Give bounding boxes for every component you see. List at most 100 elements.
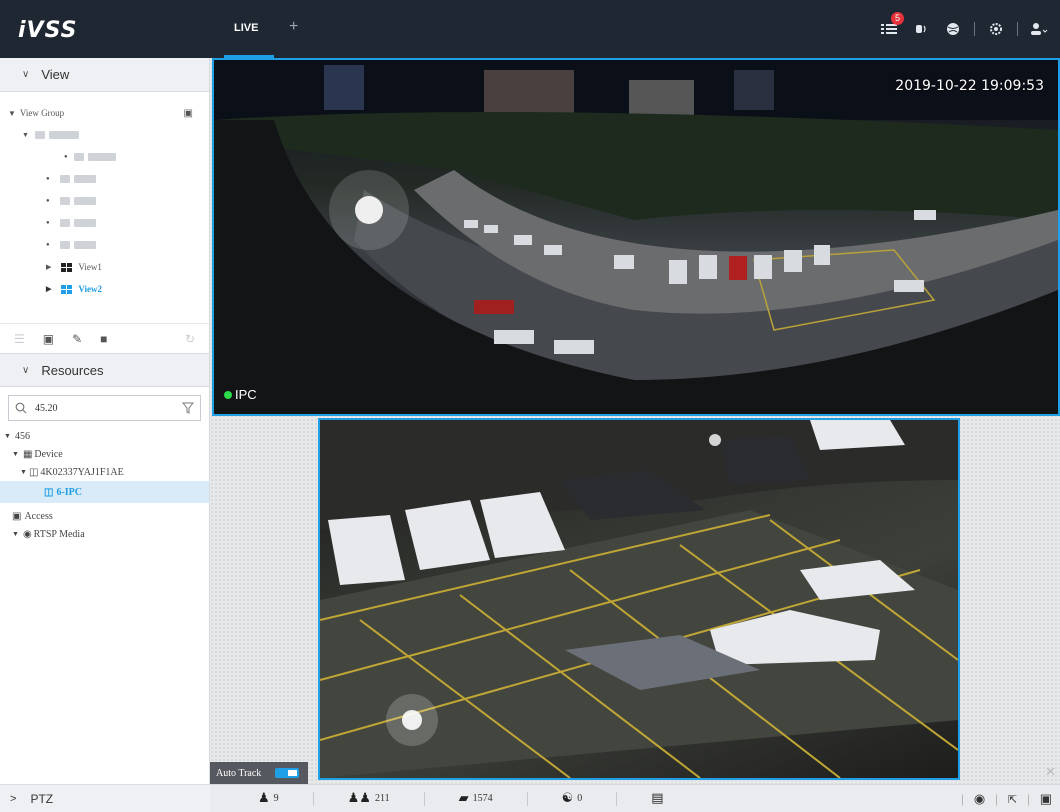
search-icon [15,402,27,414]
tree-item[interactable]: ● [8,212,201,234]
alarm-sound-icon[interactable] [910,18,932,40]
view-section-header[interactable]: ∨ View [0,58,209,92]
refresh-icon[interactable]: ↻ [185,332,195,346]
tree-item[interactable]: ● [8,146,201,168]
collapse-panel-icon[interactable]: ▣ [184,108,193,119]
bullet-icon: ● [46,176,50,182]
tree-node-selected[interactable]: ◫ 6-IPC [0,481,209,503]
tree-node[interactable]: ▼ ▦ Device [0,445,209,463]
online-status-icon [224,390,232,399]
tab-live[interactable]: LIVE [218,0,288,58]
expand-arrow-icon: ▼ [12,530,19,538]
gear-icon[interactable] [985,18,1007,40]
live-view-area: 2019-10-22 19:09:53 IPC Auto Track ✕ [210,58,1060,784]
snapshot-icon[interactable]: ◉ [974,791,985,807]
bullet-icon: ● [46,220,50,226]
bike-icon: ☯ [561,791,574,806]
tree-node[interactable]: ▼ 456 [0,427,209,445]
add-tab-button[interactable]: + [289,18,298,36]
globe-icon[interactable] [942,18,964,40]
close-icon[interactable]: ✕ [1045,764,1056,780]
fullscreen-icon[interactable]: ⇱ [1008,793,1017,806]
chevron-right-icon: > [10,792,17,805]
add-view-icon[interactable]: ▣ [43,332,54,346]
chevron-down-icon: ∨ [22,69,30,80]
bottom-right-tools: | ◉ | ⇱ | ▣ [961,791,1052,807]
view-group-row[interactable]: ▼ View Group ▣ [8,102,201,124]
media-icon: ◉ [22,528,32,540]
tree-node-label: Access [24,510,53,522]
resources-section-title: Resources [41,362,104,378]
bottom-stats-bar: ♟ 9 ♟♟ 211 ▰ 1574 ☯ 0 ▤ | ◉ | ⇱ | ▣ [210,784,1060,812]
tree-item[interactable]: ● [8,234,201,256]
redacted-icon [59,219,70,227]
view-grid-icon [61,284,73,294]
ptz-label: PTZ [30,791,54,806]
view-item-view2[interactable]: ▶ View2 [8,278,201,300]
expand-arrow-icon: ▼ [22,131,29,139]
group-count: ♟♟ 211 [314,791,425,806]
stats-panel-toggle[interactable]: ▤ [617,791,697,806]
view-section-title: View [41,67,70,82]
user-icon[interactable] [1028,18,1050,40]
auto-track-label: Auto Track [216,767,262,779]
layout-icon[interactable]: ▣ [1040,791,1052,807]
separator [974,22,975,36]
event-count-badge: 5 [891,12,904,25]
tree-node-label: Device [34,448,63,460]
top-right-toolbar: 5 [878,12,1050,40]
people-icon: ♟♟ [347,791,371,806]
expand-arrow-icon: ▶ [46,285,52,293]
view-tools: ☰ ▣ ✎ ■ ↻ [0,323,209,353]
expand-arrow-icon: ▼ [8,108,16,118]
tree-node[interactable]: ▼ ◉ RTSP Media [0,525,209,543]
list-icon[interactable]: ☰ [14,332,25,346]
tree-item[interactable]: ● [8,168,201,190]
tree-item[interactable]: ● [8,190,201,212]
redacted-icon [59,241,70,249]
resource-tree: ▼ 456 ▼ ▦ Device ▼ ◫ 4K02337YAJ1F1AE ◫ 6… [0,427,209,543]
chevron-down-icon: ∨ [22,364,30,376]
person-count: ♟ 9 [210,791,314,806]
camera-window-2[interactable] [318,418,960,780]
search-input[interactable] [35,402,182,414]
view-grid-icon [61,262,73,272]
auto-track-control: Auto Track [210,762,308,784]
filter-icon[interactable] [182,402,194,414]
resource-search [8,395,201,421]
edit-icon[interactable]: ✎ [72,332,82,346]
redacted-icon [59,197,70,205]
tree-node[interactable]: ▣ Access [0,507,209,525]
bullet-icon: ● [46,198,50,204]
tree-node-label: 6-IPC [56,486,83,498]
ptz-section-header[interactable]: > PTZ [0,784,210,812]
redacted-label [73,175,96,183]
tree-item[interactable]: ▼ [8,124,201,146]
access-icon: ▣ [12,510,22,522]
auto-track-toggle[interactable] [275,768,300,778]
view-item-view1[interactable]: ▶ View1 [8,256,201,278]
app-logo: iVSS [18,18,78,43]
expand-arrow-icon: ▼ [20,468,27,476]
group-count-value: 211 [374,793,390,804]
camera-window-1[interactable]: 2019-10-22 19:09:53 IPC [212,58,1060,416]
expand-arrow-icon: ▼ [4,432,11,440]
camera-icon: ◫ [44,486,54,498]
tree-node-label: 4K02337YAJ1F1AE [40,466,124,478]
view-group-label: View Group [19,108,65,118]
camera-timestamp: 2019-10-22 19:09:53 [895,78,1044,94]
redacted-icon [34,131,45,139]
person-count-value: 9 [273,793,279,804]
redacted-icon [59,175,70,183]
delete-icon[interactable]: ■ [100,332,107,346]
event-list-icon[interactable]: 5 [878,12,904,40]
top-bar: iVSS LIVE + 5 [0,0,1060,58]
stats-icon: ▤ [651,791,664,806]
redacted-label [73,197,96,205]
tree-node[interactable]: ▼ ◫ 4K02337YAJ1F1AE [0,463,209,481]
vehicle-count-value: 1574 [472,793,493,804]
separator [1017,22,1018,36]
resources-section-header[interactable]: ∨ Resources [0,353,209,387]
view-tree: ▼ View Group ▣ ▼ ● ● ● ● ● ▶ View1 ▶ Vie… [0,92,209,323]
camera-name-overlay: IPC [224,387,257,402]
